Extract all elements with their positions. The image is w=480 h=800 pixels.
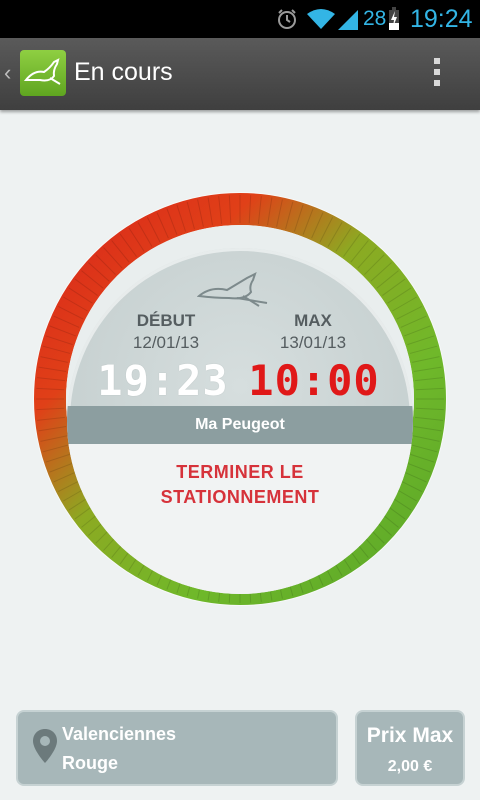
wifi-icon — [307, 9, 335, 29]
kangaroo-icon — [23, 58, 61, 85]
overflow-menu-icon[interactable] — [430, 58, 444, 92]
alarm-icon — [278, 9, 296, 29]
location-city: Valenciennes — [62, 724, 177, 744]
action-bar: ‹ En cours — [0, 38, 480, 110]
battery-charging-icon — [389, 7, 399, 30]
start-date: 12/01/13 — [132, 333, 200, 352]
location-card[interactable]: Valenciennes Rouge — [16, 710, 338, 786]
status-clock: 19:24 — [410, 5, 473, 33]
start-time: 19:23 — [97, 356, 229, 405]
start-label: DÉBUT — [136, 311, 196, 330]
up-chevron-icon[interactable]: ‹ — [4, 60, 11, 86]
page-title: En cours — [74, 58, 173, 86]
max-label: MAX — [294, 311, 332, 330]
location-zone: Rouge — [62, 753, 118, 773]
app-logo[interactable] — [20, 50, 66, 96]
end-parking-button[interactable]: TERMINER LE STATIONNEMENT — [67, 444, 413, 594]
max-price-card[interactable]: Prix Max 2,00 € — [355, 710, 465, 786]
timer-face: DÉBUT 12/01/13 19:23 MAX 13/01/13 10:00 … — [67, 248, 413, 594]
max-date: 13/01/13 — [279, 333, 347, 352]
max-time: 10:00 — [248, 356, 380, 405]
battery-level: 28 — [363, 7, 387, 30]
map-pin-icon — [33, 729, 57, 763]
max-price-value: 2,00 € — [387, 758, 433, 775]
max-price-label: Prix Max — [366, 724, 454, 747]
vehicle-name[interactable]: Ma Peugeot — [67, 406, 413, 444]
signal-icon — [338, 10, 358, 30]
end-parking-label: TERMINER LE STATIONNEMENT — [160, 462, 320, 507]
kangaroo-icon — [197, 272, 268, 307]
status-bar: 28 19:24 — [0, 0, 480, 38]
